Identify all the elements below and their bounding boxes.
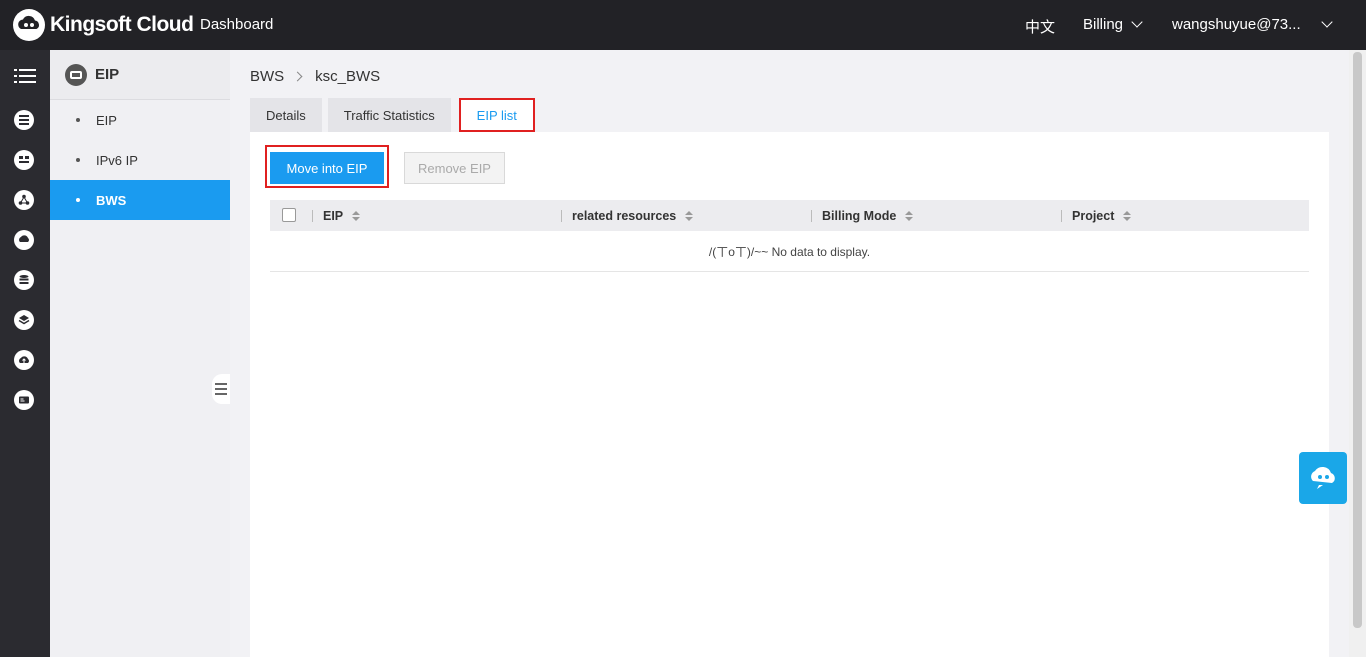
bullet-icon	[76, 198, 80, 202]
tab-bar: Details Traffic Statistics EIP list	[250, 98, 541, 132]
breadcrumb-root[interactable]: BWS	[250, 68, 284, 85]
table-header: EIP related resources Billing Mode Proje…	[270, 200, 1309, 231]
topology-icon[interactable]	[14, 190, 34, 210]
brand-logo[interactable]: Kingsoft Cloud	[12, 8, 194, 42]
billing-menu[interactable]: Billing	[1083, 16, 1143, 33]
breadcrumb: BWS ksc_BWS	[250, 68, 380, 85]
cloud-upload-icon[interactable]	[14, 350, 34, 370]
collapse-sidebar-handle[interactable]	[212, 374, 230, 404]
column-billing-mode[interactable]: Billing Mode	[811, 200, 914, 231]
network-icon[interactable]	[14, 150, 34, 170]
nav-header: EIP	[50, 50, 230, 100]
cloud-logo-icon	[13, 9, 45, 41]
menu-icon[interactable]	[14, 68, 36, 84]
column-related-resources[interactable]: related resources	[561, 200, 694, 231]
dashboard-link[interactable]: Dashboard	[200, 16, 273, 33]
side-nav: EIP EIP IPv6 IP BWS	[50, 50, 230, 657]
customer-support-button[interactable]	[1299, 452, 1347, 504]
tab-traffic-statistics[interactable]: Traffic Statistics	[327, 98, 451, 132]
breadcrumb-current: ksc_BWS	[315, 68, 381, 85]
eip-icon	[65, 63, 87, 86]
sidebar-item-label: BWS	[96, 192, 127, 208]
select-all-checkbox[interactable]	[282, 208, 296, 222]
column-eip[interactable]: EIP	[312, 200, 361, 231]
server-icon[interactable]	[14, 110, 34, 130]
column-project[interactable]: Project	[1061, 200, 1132, 231]
chevron-down-icon	[1320, 16, 1333, 28]
scrollbar-thumb[interactable]	[1353, 52, 1362, 628]
empty-state: /(ㄒoㄒ)/~~ No data to display.	[270, 231, 1309, 272]
content-panel: Move into EIP Remove EIP EIP related res…	[250, 132, 1329, 657]
sidebar-item-eip[interactable]: EIP	[50, 100, 230, 140]
sort-icon[interactable]	[685, 210, 694, 221]
user-label: wangshuyue@73...	[1172, 16, 1301, 33]
sidebar-item-bws[interactable]: BWS	[50, 180, 230, 220]
tab-details[interactable]: Details	[250, 98, 322, 132]
tab-eip-list[interactable]: EIP list	[458, 98, 535, 132]
chat-robot-icon	[1311, 466, 1335, 489]
user-menu[interactable]: wangshuyue@73...	[1172, 16, 1333, 33]
database-icon[interactable]	[14, 270, 34, 290]
sort-icon[interactable]	[352, 210, 361, 221]
sort-icon[interactable]	[1123, 210, 1132, 221]
bullet-icon	[76, 158, 80, 162]
eip-table: EIP related resources Billing Mode Proje…	[270, 200, 1309, 272]
move-into-eip-button[interactable]: Move into EIP	[270, 152, 384, 184]
sidebar-item-ipv6[interactable]: IPv6 IP	[50, 140, 230, 180]
sidebar-item-label: EIP	[96, 112, 117, 128]
layers-icon[interactable]	[14, 310, 34, 330]
sort-icon[interactable]	[905, 210, 914, 221]
billing-label: Billing	[1083, 16, 1124, 33]
language-switch[interactable]: 中文	[1025, 16, 1055, 37]
bullet-icon	[76, 118, 80, 122]
id-card-icon[interactable]	[14, 390, 34, 410]
brand-name: Kingsoft Cloud	[50, 13, 194, 36]
product-rail	[0, 50, 50, 657]
chevron-down-icon	[1131, 16, 1143, 28]
sidebar-item-label: IPv6 IP	[96, 152, 138, 168]
nav-title: EIP	[95, 66, 120, 83]
chevron-right-icon	[292, 71, 303, 82]
top-bar: Kingsoft Cloud Dashboard 中文 Billing wang…	[0, 0, 1366, 50]
cdn-icon[interactable]	[14, 230, 34, 250]
remove-eip-button[interactable]: Remove EIP	[404, 152, 505, 184]
page-scrollbar[interactable]	[1349, 50, 1366, 657]
